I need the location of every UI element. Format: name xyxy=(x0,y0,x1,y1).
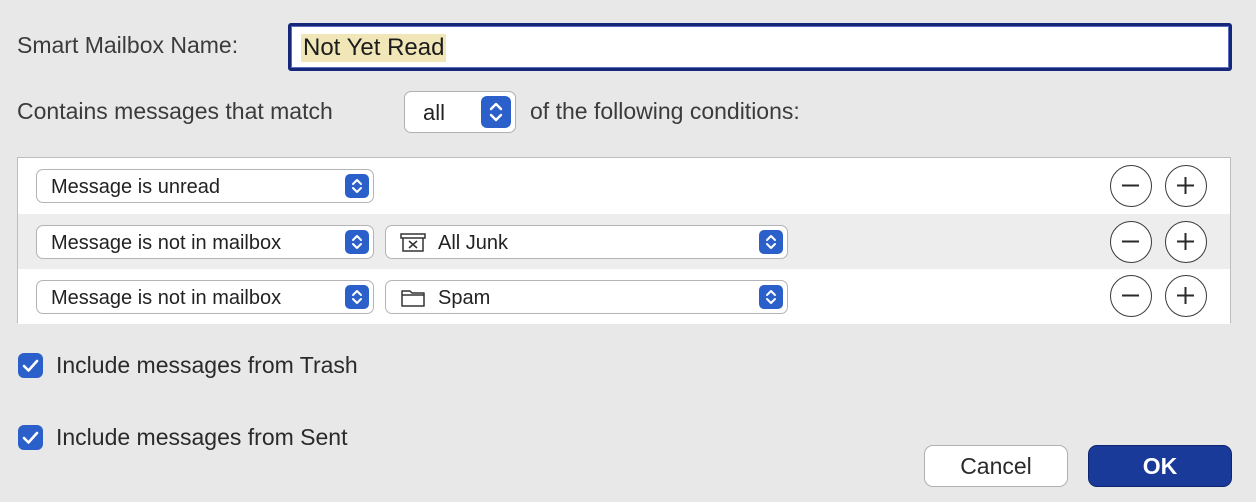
condition-field-value: Message is not in mailbox xyxy=(51,287,282,309)
junk-box-icon xyxy=(400,233,426,252)
condition-row: Message is not in mailbox Spam xyxy=(18,269,1230,324)
condition-field-select[interactable]: Message is not in mailbox xyxy=(36,225,374,259)
condition-field-select[interactable]: Message is unread xyxy=(36,169,374,203)
up-down-chevron-icon xyxy=(759,230,783,254)
up-down-chevron-icon xyxy=(345,230,369,254)
up-down-chevron-icon xyxy=(481,96,511,128)
folder-icon xyxy=(401,290,425,307)
mailbox-value: Spam xyxy=(438,287,491,309)
minus-icon xyxy=(1122,294,1139,297)
remove-condition-button[interactable] xyxy=(1110,275,1152,317)
mailbox-select[interactable]: Spam xyxy=(385,280,788,314)
up-down-chevron-icon xyxy=(345,174,369,198)
match-mode-value: all xyxy=(423,100,446,125)
match-suffix-label: of the following conditions: xyxy=(530,98,800,124)
up-down-chevron-icon xyxy=(759,285,783,309)
add-condition-button[interactable] xyxy=(1165,221,1207,263)
remove-condition-button[interactable] xyxy=(1110,221,1152,263)
add-condition-button[interactable] xyxy=(1165,275,1207,317)
remove-condition-button[interactable] xyxy=(1110,165,1152,207)
condition-field-value: Message is unread xyxy=(51,176,220,198)
mailbox-select[interactable]: All Junk xyxy=(385,225,788,259)
mailbox-value: All Junk xyxy=(438,232,509,254)
plus-icon xyxy=(1177,177,1194,194)
minus-icon xyxy=(1122,184,1139,187)
plus-icon xyxy=(1177,233,1194,250)
minus-icon xyxy=(1122,240,1139,243)
conditions-list: Message is unread Message is not in mail… xyxy=(17,157,1231,324)
include-sent-checkbox[interactable] xyxy=(18,425,43,450)
condition-row: Message is not in mailbox All Junk xyxy=(18,214,1230,269)
ok-button[interactable]: OK xyxy=(1088,445,1232,487)
match-mode-select[interactable]: all xyxy=(404,91,516,133)
plus-icon xyxy=(1177,287,1194,304)
cancel-button[interactable]: Cancel xyxy=(924,445,1068,487)
include-trash-checkbox[interactable] xyxy=(18,353,43,378)
condition-field-value: Message is not in mailbox xyxy=(51,232,282,254)
smart-mailbox-name-value: Not Yet Read xyxy=(301,34,447,62)
include-trash-label[interactable]: Include messages from Trash xyxy=(56,352,358,379)
smart-mailbox-name-input[interactable]: Not Yet Read xyxy=(288,23,1232,71)
smart-mailbox-name-label: Smart Mailbox Name: xyxy=(17,32,239,58)
match-prefix-label: Contains messages that match xyxy=(17,98,333,124)
checkmark-icon xyxy=(22,431,39,444)
checkmark-icon xyxy=(22,359,39,372)
condition-row: Message is unread xyxy=(18,158,1230,213)
up-down-chevron-icon xyxy=(345,285,369,309)
include-sent-label[interactable]: Include messages from Sent xyxy=(56,424,347,451)
condition-field-select[interactable]: Message is not in mailbox xyxy=(36,280,374,314)
add-condition-button[interactable] xyxy=(1165,165,1207,207)
